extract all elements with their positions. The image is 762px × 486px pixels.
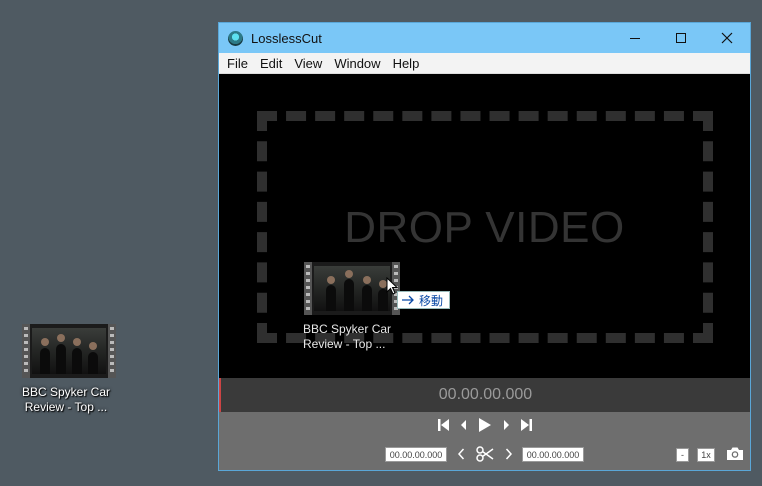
- jump-start-button[interactable]: [437, 418, 450, 432]
- app-logo-icon: [228, 30, 243, 46]
- maximize-button[interactable]: [658, 23, 704, 53]
- menu-file[interactable]: File: [221, 56, 254, 71]
- skip-end-icon: [520, 419, 532, 431]
- dragged-file-label: BBC Spyker Car Review - Top ...: [303, 322, 392, 351]
- timeline-bar[interactable]: 00.00.00.000: [219, 378, 750, 412]
- cut-controls: 00.00.00.000 00.00.00.000 - 1x: [219, 446, 750, 467]
- play-button[interactable]: [478, 417, 492, 433]
- close-icon: [721, 32, 733, 44]
- chevron-left-icon: [457, 448, 465, 460]
- tooltip-text: 移動: [419, 293, 444, 308]
- maximize-icon: [676, 33, 686, 43]
- chevron-right-icon: [505, 448, 513, 460]
- arrow-right-icon: [402, 295, 414, 305]
- minimize-button[interactable]: [612, 23, 658, 53]
- set-cut-end-button[interactable]: [505, 447, 513, 466]
- playback-rate-button[interactable]: 1x: [697, 448, 715, 462]
- menu-help[interactable]: Help: [387, 56, 426, 71]
- jump-end-button[interactable]: [520, 418, 532, 432]
- cut-start-field[interactable]: 00.00.00.000: [385, 447, 447, 462]
- play-icon: [478, 418, 491, 432]
- transport-controls: [219, 417, 750, 433]
- step-forward-button[interactable]: [502, 419, 510, 431]
- drag-move-tooltip: 移動: [397, 291, 451, 309]
- close-button[interactable]: [704, 23, 750, 53]
- controls-panel: 00.00.00.000 00.00.00.000 - 1x: [219, 412, 750, 470]
- menu-bar: File Edit View Window Help: [219, 53, 750, 74]
- camera-icon: [727, 447, 743, 460]
- title-bar[interactable]: LosslessCut: [219, 23, 750, 53]
- step-back-button[interactable]: [460, 419, 468, 431]
- screenshot-button[interactable]: [726, 446, 744, 466]
- decrease-rate-button[interactable]: -: [676, 448, 689, 462]
- minimize-icon: [630, 37, 640, 39]
- desktop-file-label: BBC Spyker Car Review - Top ...: [21, 385, 111, 414]
- drop-zone[interactable]: DROP VIDEO BBC Spyker Car Review - Top .…: [219, 74, 750, 378]
- menu-view[interactable]: View: [288, 56, 328, 71]
- scissors-icon: [476, 446, 494, 462]
- chevron-left-icon: [460, 420, 466, 430]
- menu-edit[interactable]: Edit: [254, 56, 288, 71]
- video-thumbnail: [22, 324, 116, 378]
- desktop-file-icon[interactable]: BBC Spyker Car Review - Top ...: [22, 324, 118, 415]
- cut-end-field[interactable]: 00.00.00.000: [522, 447, 584, 462]
- set-cut-start-button[interactable]: [457, 447, 465, 466]
- cut-button[interactable]: [476, 446, 494, 467]
- chevron-right-icon: [503, 420, 509, 430]
- skip-start-icon: [437, 419, 449, 431]
- current-timecode: 00.00.00.000: [438, 386, 533, 403]
- drop-video-prompt: DROP VIDEO: [344, 203, 625, 252]
- losslesscut-window: LosslessCut File Edit View Window Help D…: [218, 22, 751, 471]
- window-title: LosslessCut: [251, 30, 322, 46]
- menu-window[interactable]: Window: [328, 56, 386, 71]
